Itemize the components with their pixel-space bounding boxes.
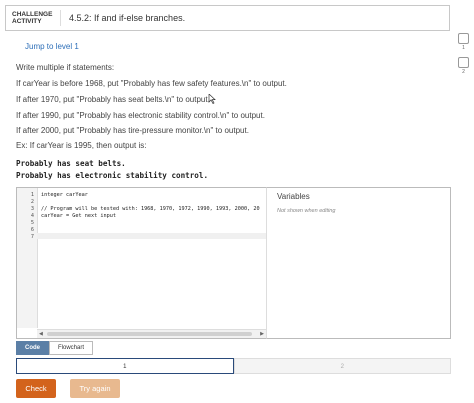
line-number: 4 xyxy=(30,213,34,219)
instruction-line: If after 1970, put "Probably has seat be… xyxy=(16,95,210,104)
instruction-line: If after 1990, put "Probably has electro… xyxy=(16,111,265,120)
code-editor[interactable]: 1 2 3 4 5 6 7 integer carYear // Program… xyxy=(16,187,268,339)
line-number-gutter: 1 2 3 4 5 6 7 xyxy=(17,188,38,328)
level-selector: 1 2 xyxy=(16,358,451,374)
level-1-tab[interactable]: 1 xyxy=(16,358,234,374)
instruction-line: If carYear is before 1968, put "Probably… xyxy=(16,79,287,88)
activity-header: CHALLENGE ACTIVITY 4.5.2: If and if-else… xyxy=(5,5,450,31)
line-number: 1 xyxy=(30,192,34,198)
scroll-right-arrow-icon[interactable]: ▶ xyxy=(260,331,264,337)
try-again-button[interactable]: Try again xyxy=(70,379,120,398)
jump-to-level-link[interactable]: Jump to level 1 xyxy=(25,42,79,51)
badge-line-1: CHALLENGE xyxy=(12,11,53,18)
tab-flowchart[interactable]: Flowchart xyxy=(49,341,94,355)
line-number: 7 xyxy=(30,234,34,240)
challenge-activity-badge: CHALLENGE ACTIVITY xyxy=(6,11,52,25)
variables-panel: Variables Not shown when editing xyxy=(266,187,451,339)
instruction-line: Ex: If carYear is 1995, then output is: xyxy=(16,141,147,150)
variables-title: Variables xyxy=(277,192,310,201)
code-line[interactable]: carYear = Get next input xyxy=(41,213,116,219)
editor-mode-tabs: Code Flowchart xyxy=(16,341,94,355)
badge-line-2: ACTIVITY xyxy=(12,18,42,25)
level-2-progress-box xyxy=(458,57,469,68)
scrollbar-thumb[interactable] xyxy=(47,332,252,336)
example-output-line: Probably has electronic stability contro… xyxy=(16,171,209,180)
level-progress: 1 2 xyxy=(458,33,472,81)
line-number: 3 xyxy=(30,206,34,212)
horizontal-scrollbar[interactable]: ◀ ▶ xyxy=(37,329,266,338)
line-number: 5 xyxy=(30,220,34,226)
header-divider xyxy=(60,10,61,26)
level-2-progress-number: 2 xyxy=(462,69,465,75)
variables-note: Not shown when editing xyxy=(277,208,336,214)
current-line-highlight xyxy=(37,233,266,239)
instruction-line: If after 2000, put "Probably has tire-pr… xyxy=(16,126,249,135)
scroll-left-arrow-icon[interactable]: ◀ xyxy=(39,331,43,337)
line-number: 6 xyxy=(30,227,34,233)
level-1-progress-box xyxy=(458,33,469,44)
instruction-line: Write multiple if statements: xyxy=(16,63,115,72)
level-2-tab[interactable]: 2 xyxy=(233,358,451,374)
check-button[interactable]: Check xyxy=(16,379,56,398)
tab-code[interactable]: Code xyxy=(16,341,49,355)
level-1-progress-number: 1 xyxy=(462,45,465,51)
example-output-line: Probably has seat belts. xyxy=(16,159,126,168)
code-line[interactable]: integer carYear xyxy=(41,192,88,198)
line-number: 2 xyxy=(30,199,34,205)
mouse-cursor-icon xyxy=(208,94,216,104)
activity-title: 4.5.2: If and if-else branches. xyxy=(69,13,186,23)
code-line[interactable]: // Program will be tested with: 1968, 19… xyxy=(41,206,260,212)
